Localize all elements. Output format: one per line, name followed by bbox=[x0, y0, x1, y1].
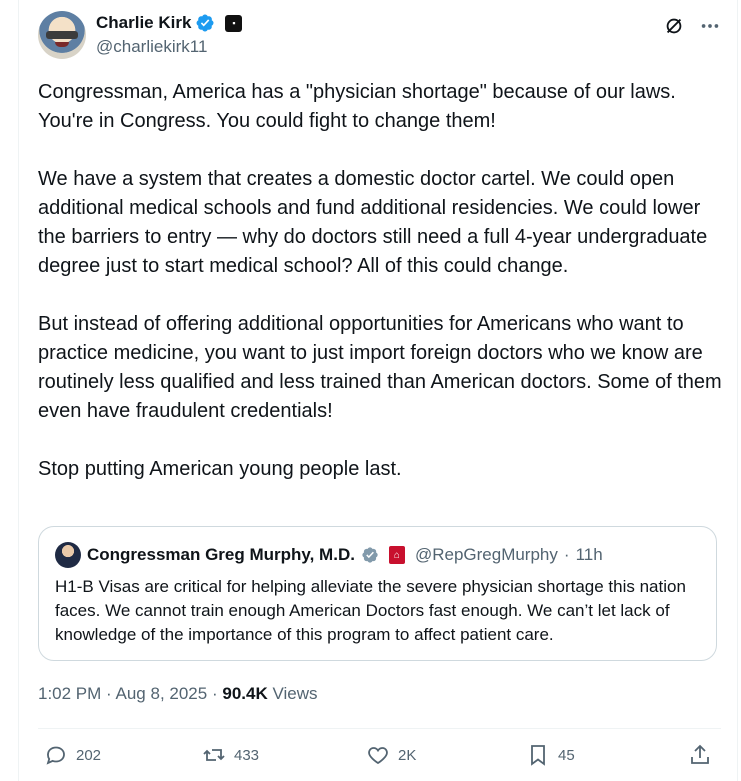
reply-count: 202 bbox=[76, 746, 102, 764]
meta-separator: · bbox=[211, 684, 218, 703]
bookmark-button[interactable]: 45 bbox=[526, 743, 575, 767]
views-count: 90.4K bbox=[222, 684, 268, 703]
gray-verified-badge-icon bbox=[362, 547, 378, 563]
bookmark-count: 45 bbox=[558, 746, 575, 764]
quoted-tweet-time[interactable]: 11h bbox=[576, 545, 603, 565]
affiliate-badge-icon[interactable]: ▪ bbox=[225, 14, 243, 32]
like-icon bbox=[368, 747, 388, 765]
bookmark-icon bbox=[531, 745, 545, 766]
reply-icon bbox=[46, 746, 65, 765]
meta-separator: · bbox=[106, 684, 112, 703]
divider bbox=[38, 728, 721, 729]
author-avatar[interactable] bbox=[38, 11, 86, 59]
reply-button[interactable]: 202 bbox=[44, 743, 101, 767]
author-name-row: Charlie Kirk ▪ bbox=[96, 13, 243, 33]
quoted-author-name[interactable]: Congressman Greg Murphy, M.D. bbox=[87, 545, 355, 565]
quoted-tweet[interactable]: Congressman Greg Murphy, M.D. ⌂ @RepGreg… bbox=[38, 526, 717, 661]
header-actions bbox=[663, 15, 721, 37]
action-bar: 202 433 2K 45 bbox=[38, 743, 718, 771]
repost-count: 433 bbox=[234, 746, 260, 764]
more-icon[interactable] bbox=[699, 15, 721, 37]
tweet-time[interactable]: 1:02 PM bbox=[38, 684, 101, 703]
tweet-meta: 1:02 PM · Aug 8, 2025 · 90.4K Views bbox=[38, 684, 318, 704]
verified-badge-icon bbox=[196, 14, 214, 32]
quoted-author-handle[interactable]: @RepGregMurphy bbox=[415, 545, 558, 565]
quoted-tweet-text: H1-B Visas are critical for helping alle… bbox=[55, 577, 686, 644]
quoted-author-avatar[interactable] bbox=[55, 542, 81, 568]
tweet-date[interactable]: Aug 8, 2025 bbox=[116, 684, 208, 703]
government-badge-icon[interactable]: ⌂ bbox=[388, 546, 405, 564]
repost-icon bbox=[203, 749, 225, 761]
quoted-meta-separator: · bbox=[563, 545, 570, 564]
repost-button[interactable]: 433 bbox=[202, 743, 259, 767]
tweet-header: Charlie Kirk ▪ @charliekirk11 bbox=[38, 11, 721, 63]
like-count: 2K bbox=[398, 746, 417, 764]
grok-icon[interactable] bbox=[663, 15, 685, 37]
tweet-text: Congressman, America has a "physician sh… bbox=[38, 81, 722, 480]
views-label: Views bbox=[272, 684, 318, 703]
author-handle[interactable]: @charliekirk11 bbox=[96, 37, 207, 57]
share-button[interactable] bbox=[688, 743, 712, 767]
quoted-tweet-header: Congressman Greg Murphy, M.D. ⌂ @RepGreg… bbox=[55, 542, 603, 568]
share-icon bbox=[691, 744, 709, 764]
author-name[interactable]: Charlie Kirk bbox=[96, 13, 191, 33]
like-button[interactable]: 2K bbox=[366, 743, 416, 767]
